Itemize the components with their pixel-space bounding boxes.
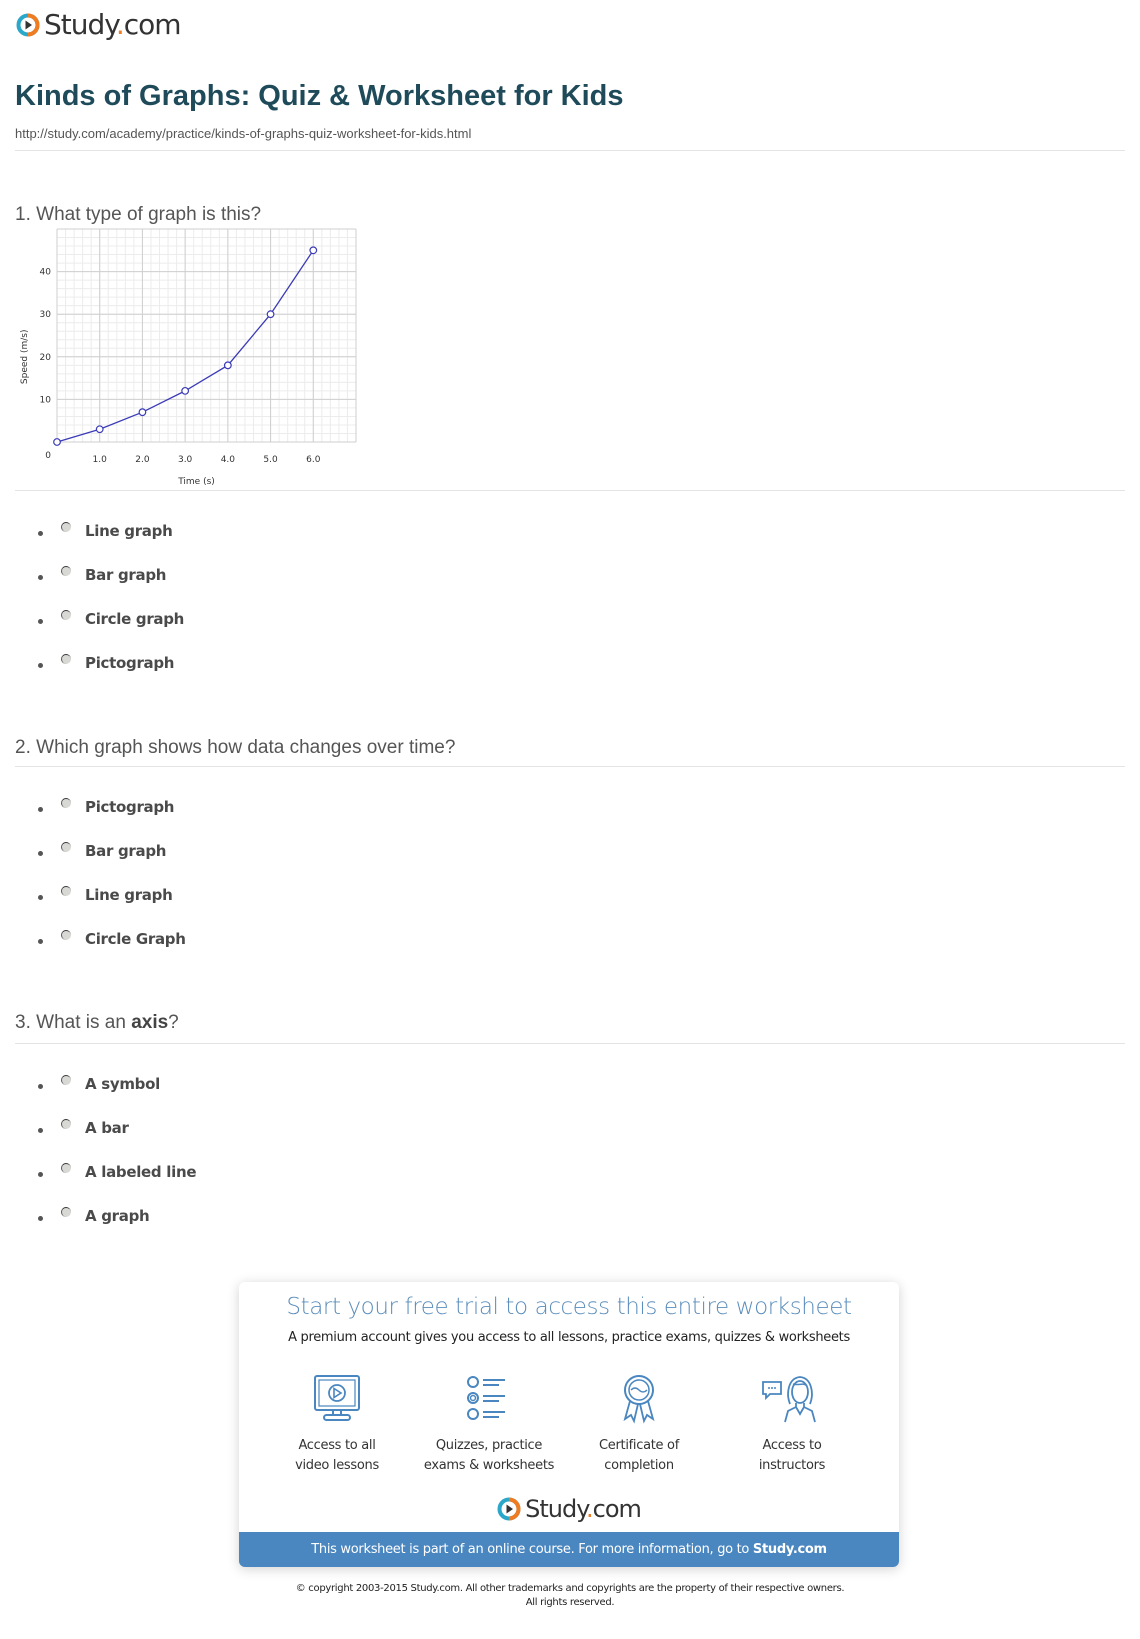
radio-button[interactable] [61,654,71,664]
logo-wordmark: Study.com [44,8,182,41]
page-title: Kinds of Graphs: Quiz & Worksheet for Ki… [15,80,624,112]
certificate-ribbon-icon [623,1375,655,1424]
bullet [38,530,43,536]
q1-option-2[interactable]: Bar graph [38,564,166,586]
play-circle-logo-icon [497,1497,521,1521]
course-info-banner: This worksheet is part of an online cour… [239,1532,899,1567]
radio-button[interactable] [61,798,71,808]
question-3-divider [15,1043,1125,1044]
x-tick-label: 2.0 [135,455,150,465]
radio-button[interactable] [61,566,71,576]
data-point [95,425,104,434]
data-point [138,408,147,417]
x-tick-label: 1.0 [93,455,108,465]
logo-wordmark: Study.com [525,1495,642,1523]
question-2-divider [15,766,1125,767]
q1-option-3[interactable]: Circle graph [38,608,184,630]
play-circle-logo-icon [16,13,40,37]
y-tick-label: 20 [40,353,52,363]
bullet [38,1171,43,1177]
bullet [38,618,43,624]
feature-video-lessons: Access to all video lessons [257,1374,417,1476]
x-tick-label: 5.0 [263,455,278,465]
radio-button[interactable] [61,1207,71,1217]
q2-option-4[interactable]: Circle Graph [38,928,186,950]
bullet [38,1127,43,1133]
y-tick-label: 30 [40,310,52,320]
feature-quizzes: Quizzes, practice exams & worksheets [409,1374,569,1476]
q3-option-1[interactable]: A symbol [38,1073,160,1095]
data-point [53,438,61,446]
data-point [266,310,275,319]
q3-option-2[interactable]: A bar [38,1117,129,1139]
x-tick-label: 6.0 [306,455,321,465]
feature-certificate: Certificate of completion [559,1374,719,1476]
origin-label: 0 [45,451,51,461]
bullet [38,806,43,812]
radio-button[interactable] [61,522,71,532]
question-2: 2. Which graph shows how data changes ov… [15,737,456,758]
radio-button[interactable] [61,1119,71,1129]
study-com-link[interactable]: Study.com [753,1542,827,1557]
bullet [38,894,43,900]
q1-option-4[interactable]: Pictograph [38,652,174,674]
radio-button[interactable] [61,930,71,940]
data-point [223,361,232,370]
x-tick-label: 3.0 [178,455,193,465]
bullet [38,1083,43,1089]
bullet [38,850,43,856]
free-trial-card: Start your free trial to access this ent… [239,1282,899,1567]
radio-button[interactable] [61,842,71,852]
q2-option-1[interactable]: Pictograph [38,796,174,818]
y-tick-label: 40 [40,268,52,278]
radio-button[interactable] [61,1075,71,1085]
free-trial-title[interactable]: Start your free trial to access this ent… [239,1294,899,1320]
line-chart: 1.0 2.0 3.0 4.0 5.0 6.0 10 20 30 40 0 Time (s) Speed… [20,228,357,487]
radio-button[interactable] [61,610,71,620]
data-point [181,386,190,395]
x-tick-label: 4.0 [221,455,236,465]
page-url[interactable]: http://study.com/academy/practice/kinds-… [15,126,471,141]
question-3: 3. What is an axis? [15,1012,179,1033]
radio-button[interactable] [61,1163,71,1173]
bullet [38,662,43,668]
monitor-play-icon [314,1375,360,1421]
copyright-notice: © copyright 2003-2015 Study.com. All oth… [295,1583,845,1608]
y-tick-label: 10 [40,395,52,405]
radio-button[interactable] [61,886,71,896]
q2-option-3[interactable]: Line graph [38,884,173,906]
instructor-chat-icon [762,1376,816,1423]
q2-option-2[interactable]: Bar graph [38,840,166,862]
question-1-divider [15,490,1125,491]
q3-option-3[interactable]: A labeled line [38,1161,197,1183]
study-logo[interactable]: Study.com [16,8,182,42]
header-divider [15,150,1125,151]
data-point [309,246,318,255]
bullet [38,938,43,944]
y-axis-label: Speed (m/s) [20,330,30,385]
q1-option-1[interactable]: Line graph [38,520,173,542]
q3-option-4[interactable]: A graph [38,1205,150,1227]
quiz-list-icon [467,1376,505,1420]
bullet [38,1215,43,1221]
feature-instructors: Access to instructors [712,1374,872,1476]
card-study-logo[interactable]: Study.com [239,1492,899,1526]
x-axis-label: Time (s) [177,477,215,487]
free-trial-subtitle: A premium account gives you access to al… [288,1330,850,1345]
bullet [38,574,43,580]
